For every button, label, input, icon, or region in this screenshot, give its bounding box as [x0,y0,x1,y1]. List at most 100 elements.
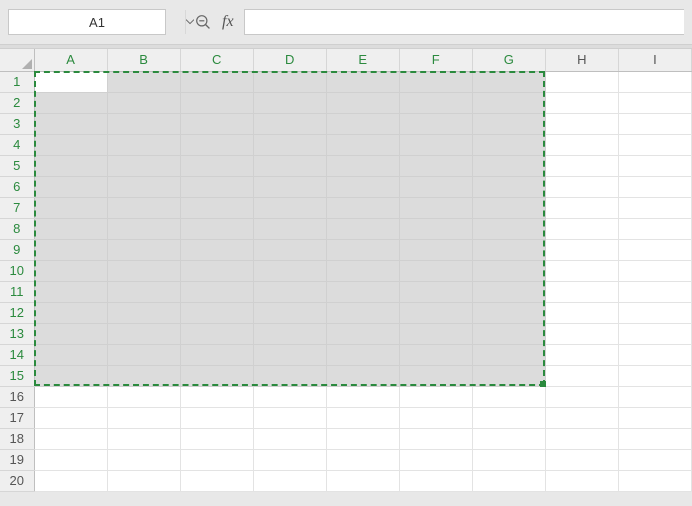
cell-H1[interactable] [545,71,618,92]
column-header-H[interactable]: H [545,49,618,71]
cell-I7[interactable] [618,197,691,218]
cell-G20[interactable] [472,470,545,491]
cell-F2[interactable] [399,92,472,113]
row-header-19[interactable]: 19 [0,449,34,470]
cell-I3[interactable] [618,113,691,134]
column-header-G[interactable]: G [472,49,545,71]
cell-D18[interactable] [253,428,326,449]
cell-A16[interactable] [34,386,107,407]
cell-F1[interactable] [399,71,472,92]
cell-E10[interactable] [326,260,399,281]
cell-E2[interactable] [326,92,399,113]
cell-A18[interactable] [34,428,107,449]
cell-E3[interactable] [326,113,399,134]
cell-G18[interactable] [472,428,545,449]
cell-F15[interactable] [399,365,472,386]
column-header-E[interactable]: E [326,49,399,71]
cell-H15[interactable] [545,365,618,386]
cell-C14[interactable] [180,344,253,365]
cell-G8[interactable] [472,218,545,239]
cell-G11[interactable] [472,281,545,302]
cell-G6[interactable] [472,176,545,197]
cell-C20[interactable] [180,470,253,491]
cell-F18[interactable] [399,428,472,449]
column-header-F[interactable]: F [399,49,472,71]
cell-D13[interactable] [253,323,326,344]
cell-E7[interactable] [326,197,399,218]
cell-E19[interactable] [326,449,399,470]
column-header-B[interactable]: B [107,49,180,71]
row-header-7[interactable]: 7 [0,197,34,218]
cell-H3[interactable] [545,113,618,134]
cell-F7[interactable] [399,197,472,218]
cell-F4[interactable] [399,134,472,155]
cell-E13[interactable] [326,323,399,344]
cell-E15[interactable] [326,365,399,386]
cell-H6[interactable] [545,176,618,197]
cell-B14[interactable] [107,344,180,365]
cell-C13[interactable] [180,323,253,344]
cell-I6[interactable] [618,176,691,197]
cell-F11[interactable] [399,281,472,302]
cell-E4[interactable] [326,134,399,155]
cell-A10[interactable] [34,260,107,281]
row-header-12[interactable]: 12 [0,302,34,323]
cell-D14[interactable] [253,344,326,365]
row-header-18[interactable]: 18 [0,428,34,449]
cell-C6[interactable] [180,176,253,197]
cell-G17[interactable] [472,407,545,428]
cell-E17[interactable] [326,407,399,428]
cell-G14[interactable] [472,344,545,365]
cell-A4[interactable] [34,134,107,155]
cell-G3[interactable] [472,113,545,134]
cell-B15[interactable] [107,365,180,386]
cell-D19[interactable] [253,449,326,470]
cell-I8[interactable] [618,218,691,239]
cell-I10[interactable] [618,260,691,281]
cell-H20[interactable] [545,470,618,491]
cell-I4[interactable] [618,134,691,155]
cell-B13[interactable] [107,323,180,344]
cell-H9[interactable] [545,239,618,260]
cell-I18[interactable] [618,428,691,449]
row-header-11[interactable]: 11 [0,281,34,302]
cell-B20[interactable] [107,470,180,491]
cell-C12[interactable] [180,302,253,323]
cell-H12[interactable] [545,302,618,323]
cell-A6[interactable] [34,176,107,197]
cell-C19[interactable] [180,449,253,470]
cell-A19[interactable] [34,449,107,470]
cell-H18[interactable] [545,428,618,449]
cell-E18[interactable] [326,428,399,449]
cell-A9[interactable] [34,239,107,260]
cell-D6[interactable] [253,176,326,197]
cell-F3[interactable] [399,113,472,134]
row-header-10[interactable]: 10 [0,260,34,281]
cell-D1[interactable] [253,71,326,92]
cell-I14[interactable] [618,344,691,365]
cell-C3[interactable] [180,113,253,134]
cell-E11[interactable] [326,281,399,302]
select-all-corner[interactable] [0,49,34,71]
cell-H19[interactable] [545,449,618,470]
row-header-9[interactable]: 9 [0,239,34,260]
cell-F16[interactable] [399,386,472,407]
cell-A5[interactable] [34,155,107,176]
cell-F17[interactable] [399,407,472,428]
cell-I15[interactable] [618,365,691,386]
name-box-input[interactable] [9,15,185,30]
cell-I1[interactable] [618,71,691,92]
cell-E9[interactable] [326,239,399,260]
cell-B7[interactable] [107,197,180,218]
cell-E1[interactable] [326,71,399,92]
name-box-dropdown[interactable] [185,10,194,34]
cell-F13[interactable] [399,323,472,344]
cell-C4[interactable] [180,134,253,155]
row-header-4[interactable]: 4 [0,134,34,155]
cell-I12[interactable] [618,302,691,323]
row-header-16[interactable]: 16 [0,386,34,407]
cell-E8[interactable] [326,218,399,239]
row-header-3[interactable]: 3 [0,113,34,134]
cell-G10[interactable] [472,260,545,281]
cell-H16[interactable] [545,386,618,407]
